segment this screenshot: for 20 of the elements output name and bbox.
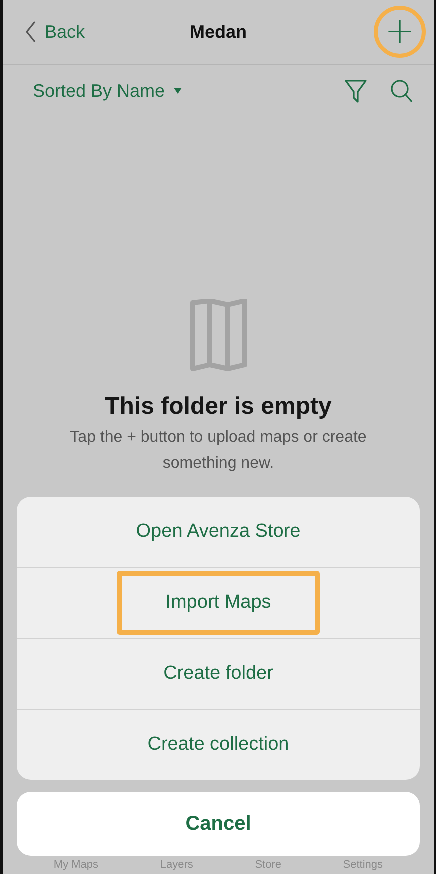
screen-title: Medan (190, 22, 247, 42)
empty-message: Tap the + button to upload maps or create something new. (69, 428, 368, 474)
tab-label[interactable]: Store (255, 859, 282, 871)
tab-label[interactable]: Settings (343, 859, 384, 871)
cancel-button[interactable]: Cancel (17, 792, 420, 856)
action-option[interactable]: Import Maps (116, 571, 320, 635)
action-option[interactable]: Open Avenza Store (87, 500, 350, 564)
map-icon (190, 299, 248, 371)
tab-label[interactable]: Layers (160, 859, 194, 871)
chevron-left-icon (25, 20, 37, 44)
tab-label[interactable]: My Maps (54, 859, 99, 871)
sort-dropdown[interactable]: Sorted By Name (33, 80, 322, 102)
filter-icon[interactable] (344, 78, 368, 104)
add-button[interactable]: + (374, 6, 426, 58)
empty-title: This folder is empty (105, 393, 332, 421)
search-icon[interactable] (390, 78, 414, 104)
action-option[interactable]: Create folder (114, 642, 322, 706)
action-option[interactable]: Create collection (98, 713, 338, 777)
back-button[interactable]: Back (25, 20, 86, 44)
caret-down-icon (173, 87, 184, 95)
